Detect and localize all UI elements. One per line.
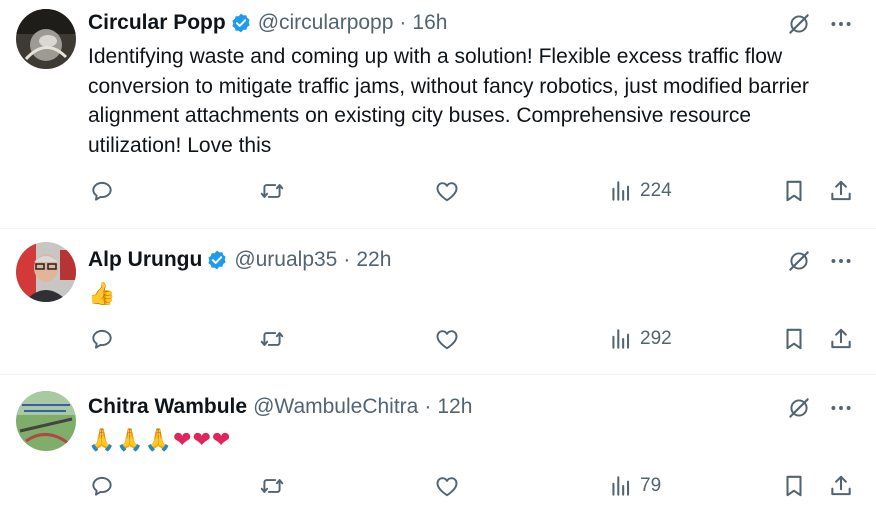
avatar[interactable]	[16, 391, 76, 451]
tweet[interactable]: Circular Popp @circularpopp · 16h Identi…	[0, 0, 876, 228]
like-button[interactable]	[434, 326, 460, 352]
separator: ·	[424, 395, 432, 418]
bookmark-icon	[781, 473, 807, 499]
share-button[interactable]	[828, 473, 854, 499]
tweet-top-icons	[786, 11, 854, 37]
user-handle[interactable]: @WambuleChitra	[253, 395, 418, 419]
views-count: 292	[640, 328, 672, 349]
retweet-icon	[259, 178, 285, 204]
user-handle[interactable]: @circularpopp	[258, 11, 394, 35]
timestamp[interactable]: 12h	[437, 395, 472, 419]
retweet-button[interactable]	[259, 178, 285, 204]
views-icon	[608, 473, 634, 499]
reply-icon	[89, 326, 115, 352]
views-count: 224	[640, 180, 672, 201]
tweet-text: 👍	[88, 281, 117, 306]
views-count: 79	[640, 475, 662, 496]
timestamp[interactable]: 16h	[412, 11, 447, 35]
share-icon	[828, 326, 854, 352]
reply-icon	[89, 473, 115, 499]
tweet-text: 🙏🙏🙏❤❤❤	[88, 427, 232, 452]
views-button[interactable]: 79	[608, 473, 661, 499]
tweet-top-icons	[786, 248, 854, 274]
like-icon	[434, 326, 460, 352]
retweet-button[interactable]	[259, 326, 285, 352]
retweet-icon	[259, 473, 285, 499]
grok-icon[interactable]	[786, 248, 812, 274]
grok-icon[interactable]	[786, 11, 812, 37]
bookmark-button[interactable]	[781, 326, 807, 352]
reply-button[interactable]	[89, 178, 115, 204]
tweet-header: Circular Popp @circularpopp · 16h	[88, 9, 447, 37]
display-name[interactable]: Circular Popp	[88, 11, 226, 35]
verified-badge-icon[interactable]	[230, 12, 252, 34]
display-name[interactable]: Chitra Wambule	[88, 395, 247, 419]
tweet-actions: 224	[0, 178, 876, 208]
tweet-actions: 79	[0, 473, 876, 503]
avatar[interactable]	[16, 9, 76, 69]
retweet-button[interactable]	[259, 473, 285, 499]
user-handle[interactable]: @urualp35	[234, 248, 337, 272]
views-icon	[608, 326, 634, 352]
like-icon	[434, 178, 460, 204]
bookmark-icon	[781, 178, 807, 204]
share-icon	[828, 473, 854, 499]
grok-icon[interactable]	[786, 395, 812, 421]
share-icon	[828, 178, 854, 204]
timestamp[interactable]: 22h	[356, 248, 391, 272]
tweet-actions: 292	[0, 326, 876, 356]
more-options-icon[interactable]	[828, 248, 854, 274]
more-options-icon[interactable]	[828, 11, 854, 37]
tweet[interactable]: Alp Urungu @urualp35 · 22h 👍 292	[0, 229, 876, 374]
share-button[interactable]	[828, 326, 854, 352]
like-button[interactable]	[434, 178, 460, 204]
separator: ·	[399, 11, 407, 34]
more-options-icon[interactable]	[828, 395, 854, 421]
reply-button[interactable]	[89, 326, 115, 352]
views-button[interactable]: 224	[608, 178, 672, 204]
tweet-header: Chitra Wambule @WambuleChitra · 12h	[88, 393, 472, 421]
reply-icon	[89, 178, 115, 204]
reply-button[interactable]	[89, 473, 115, 499]
separator: ·	[343, 248, 351, 271]
like-icon	[434, 473, 460, 499]
bookmark-icon	[781, 326, 807, 352]
verified-badge-icon[interactable]	[206, 249, 228, 271]
avatar[interactable]	[16, 242, 76, 302]
bookmark-button[interactable]	[781, 473, 807, 499]
tweet[interactable]: Chitra Wambule @WambuleChitra · 12h 🙏🙏🙏❤…	[0, 375, 876, 523]
bookmark-button[interactable]	[781, 178, 807, 204]
tweet-top-icons	[786, 395, 854, 421]
display-name[interactable]: Alp Urungu	[88, 248, 202, 272]
like-button[interactable]	[434, 473, 460, 499]
share-button[interactable]	[828, 178, 854, 204]
tweet-text: Identifying waste and coming up with a s…	[88, 45, 809, 157]
tweet-header: Alp Urungu @urualp35 · 22h	[88, 246, 391, 274]
views-button[interactable]: 292	[608, 326, 672, 352]
views-icon	[608, 178, 634, 204]
retweet-icon	[259, 326, 285, 352]
